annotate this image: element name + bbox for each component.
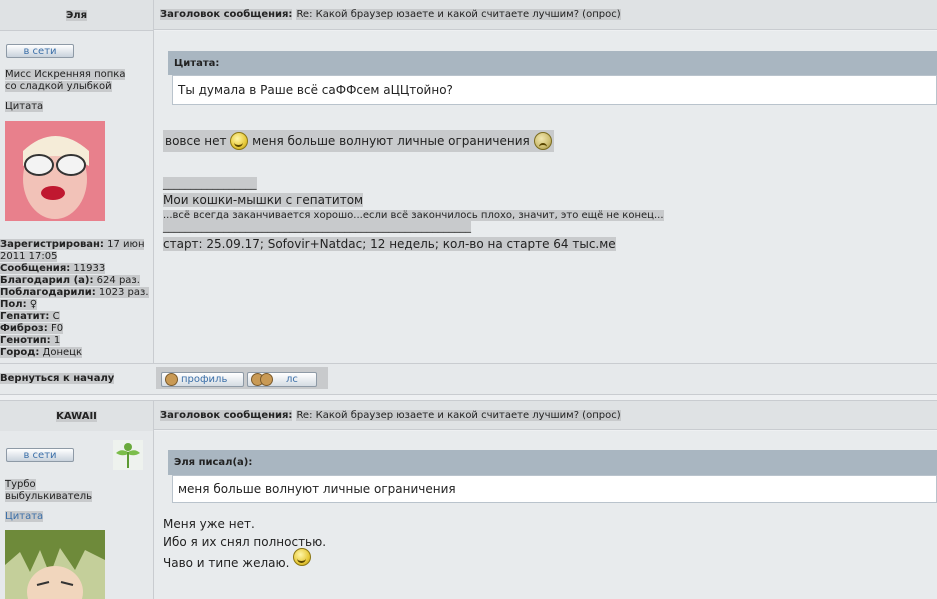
- post1-avatar: [5, 121, 105, 221]
- stat-label: Генотип:: [0, 335, 51, 346]
- post1-quote-link-label: Цитата: [5, 101, 44, 112]
- post2-author-header: KAWAII: [0, 400, 154, 432]
- stat-label: Зарегистрирован:: [0, 239, 104, 250]
- post2-message: Меня уже нет. Ибо я их снял полностью. Ч…: [163, 515, 326, 572]
- stat-value: Донецк: [42, 347, 83, 358]
- post1-quote-text-label: Ты думала в Раше всё саФФсем аЦЦтойно?: [178, 83, 453, 97]
- post1-author-header: Эля: [0, 0, 154, 31]
- post2-quote-text-label: меня больше волнуют личные ограничения: [178, 482, 456, 496]
- post1-quote-text: Ты думала в Раше всё саФФсем аЦЦтойно?: [172, 75, 937, 105]
- user-icon: [165, 373, 178, 386]
- stat-row: Город: Донецк: [0, 347, 153, 359]
- post2-avatar: [5, 530, 105, 599]
- post2-user-title-line2: выбулькиватель: [5, 491, 92, 502]
- stat-row: Сообщения: 11933: [0, 263, 153, 275]
- post1-subject-label: Заголовок сообщения:: [160, 9, 293, 20]
- avatar-portrait-icon: [5, 121, 105, 221]
- post2-rank-image: [113, 440, 143, 470]
- stat-label: Поблагодарили:: [0, 287, 96, 298]
- avatar-anime-icon: [5, 530, 105, 599]
- post1-message: вовсе нет меня больше волнуют личные огр…: [163, 129, 554, 152]
- signature-line3: старт: 25.09.17; Sofovir+Natdac; 12 неде…: [163, 237, 616, 251]
- post1-subject: Re: Какой браузер юзаете и какой считает…: [296, 9, 621, 20]
- signature-line1: Мои кошки-мышки с гепатитом: [163, 193, 364, 207]
- post1-user-title: Мисс Искренняя попка со сладкой улыбкой: [5, 69, 126, 93]
- post2-body: Эля писал(а): меня больше волнуют личные…: [154, 431, 937, 599]
- post1-quote-link[interactable]: Цитата: [5, 101, 44, 112]
- stat-value: 17 июн: [107, 239, 145, 250]
- post1-online-button[interactable]: в сети: [6, 44, 74, 58]
- post2-online-button[interactable]: в сети: [6, 448, 74, 462]
- post1-author-name[interactable]: Эля: [65, 9, 88, 21]
- stat-row: Благодарил (а): 624 раз.: [0, 275, 153, 287]
- post1-quote: Цитата: Ты думала в Раше всё саФФсем аЦЦ…: [168, 51, 937, 105]
- post1-quote-header: Цитата:: [168, 51, 937, 75]
- post2-quote-header: Эля писал(а):: [168, 450, 937, 475]
- stat-label: Гепатит:: [0, 311, 50, 322]
- post1-signature: _________________ Мои кошки-мышки с гепа…: [163, 176, 664, 253]
- post2-quote: Эля писал(а): меня больше волнуют личные…: [168, 450, 937, 503]
- stat-value: 1023 раз.: [98, 287, 149, 298]
- stat-value: 624 раз.: [96, 275, 140, 286]
- post2-author-name[interactable]: KAWAII: [56, 410, 97, 422]
- stat-label: Пол:: [0, 299, 27, 310]
- post1-message-part1: вовсе нет: [165, 133, 227, 148]
- post1-body: Цитата: Ты думала в Раше всё саФФсем аЦЦ…: [154, 31, 937, 363]
- post2-author-panel: в сети Турбо выбулькиватель Цитата: [0, 431, 154, 599]
- post2-message-line3: Чаво и типе желаю.: [163, 556, 290, 570]
- post2-user-title: Турбо выбулькиватель: [5, 479, 92, 503]
- back-to-top-link[interactable]: Вернуться к началу: [0, 373, 115, 384]
- stat-row: Пол: ♀: [0, 299, 153, 311]
- post2-quote-text: меня больше волнуют личные ограничения: [172, 475, 937, 503]
- pm-button[interactable]: лс: [247, 372, 317, 387]
- frown-icon: [533, 132, 552, 150]
- pm-button-label: лс: [286, 374, 298, 385]
- stat-value: 2011 17:05: [0, 251, 58, 262]
- smile-icon: [293, 548, 312, 566]
- stat-value: F0: [50, 323, 64, 334]
- post1-author-panel: в сети Мисс Искренняя попка со сладкой у…: [0, 31, 154, 363]
- post2-subject-header: Заголовок сообщения: Re: Какой браузер ю…: [154, 400, 937, 430]
- stat-label: Благодарил (а):: [0, 275, 94, 286]
- stat-value: 11933: [73, 263, 106, 274]
- post1-user-title-line2: со сладкой улыбкой: [5, 81, 112, 92]
- stat-row: Зарегистрирован: 17 июн: [0, 239, 153, 251]
- post2-quote-link-label: Цитата: [5, 511, 44, 522]
- post2-subject-label: Заголовок сообщения:: [160, 409, 293, 421]
- sprout-icon: [116, 443, 140, 468]
- stat-row: Поблагодарили: 1023 раз.: [0, 287, 153, 299]
- users-icon-2: [260, 373, 273, 386]
- profile-button[interactable]: профиль: [161, 372, 244, 387]
- stat-value: C: [52, 311, 60, 322]
- stat-row: 2011 17:05: [0, 251, 153, 263]
- stat-label: Сообщения:: [0, 263, 71, 274]
- post1-subject-header: Заголовок сообщения: Re: Какой браузер ю…: [154, 0, 937, 30]
- stat-label: Город:: [0, 347, 40, 358]
- post2-quote-link[interactable]: Цитата: [5, 511, 44, 522]
- smile-icon: [230, 132, 249, 150]
- stat-row: Фиброз: F0: [0, 323, 153, 335]
- stat-value: 1: [53, 335, 61, 346]
- signature-divider: _________________: [163, 177, 257, 190]
- stat-row: Генотип: 1: [0, 335, 153, 347]
- signature-divider2: ________________________________________…: [163, 220, 471, 233]
- post1-message-part2: меня больше волнуют личные ограничения: [252, 133, 530, 148]
- post2-message-line1: Меня уже нет.: [163, 517, 255, 531]
- post2-user-title-line1: Турбо: [5, 479, 36, 490]
- stat-value: ♀: [29, 299, 38, 310]
- profile-button-label: профиль: [181, 374, 228, 385]
- post1-footer: Вернуться к началу профиль лс: [0, 363, 937, 395]
- stat-row: Гепатит: C: [0, 311, 153, 323]
- back-to-top-label: Вернуться к началу: [0, 373, 115, 384]
- post2-subject: Re: Какой браузер юзаете и какой считает…: [296, 409, 621, 421]
- stat-label: Фиброз:: [0, 323, 48, 334]
- post1-user-title-line1: Мисс Искренняя попка: [5, 69, 126, 80]
- post1-stats: Зарегистрирован: 17 июн 2011 17:05 Сообщ…: [0, 239, 153, 359]
